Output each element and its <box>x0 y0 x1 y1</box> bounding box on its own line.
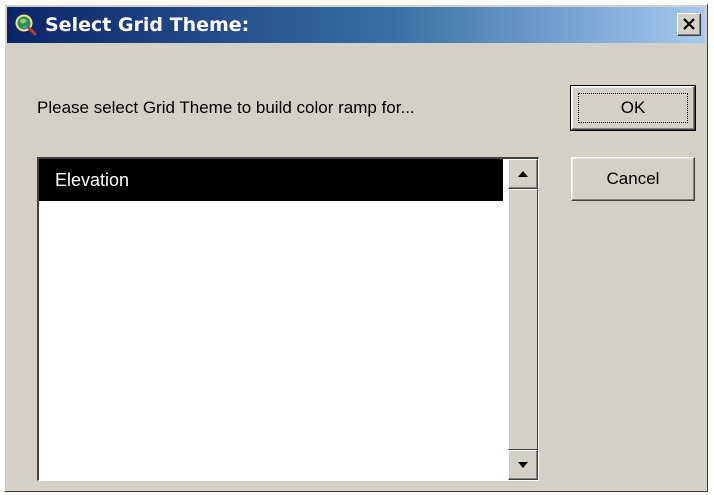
close-icon <box>683 18 695 30</box>
prompt-label: Please select Grid Theme to build color … <box>37 98 415 117</box>
scroll-down-arrow-icon <box>518 462 528 468</box>
focus-rectangle <box>578 93 688 123</box>
cancel-button[interactable]: Cancel <box>571 157 695 201</box>
list-item[interactable]: Elevation <box>39 159 503 201</box>
cancel-button-label: Cancel <box>606 169 660 188</box>
grid-theme-listbox[interactable]: Elevation <box>37 157 539 481</box>
list-item-label: Elevation <box>55 170 130 190</box>
title-bar[interactable]: Select Grid Theme: <box>7 7 705 43</box>
close-button[interactable] <box>677 13 701 36</box>
scroll-up-arrow-icon <box>518 171 528 177</box>
dialog-title: Select Grid Theme: <box>45 14 250 36</box>
scroll-up-button[interactable] <box>508 159 538 189</box>
ok-button[interactable]: OK <box>570 85 696 131</box>
dialog-window: Select Grid Theme: Please select Grid Th… <box>4 4 708 492</box>
scrollbar-track[interactable] <box>508 189 538 450</box>
scroll-down-button[interactable] <box>508 450 538 480</box>
vertical-scrollbar[interactable] <box>508 159 538 480</box>
globe-magnifier-icon <box>15 14 37 36</box>
